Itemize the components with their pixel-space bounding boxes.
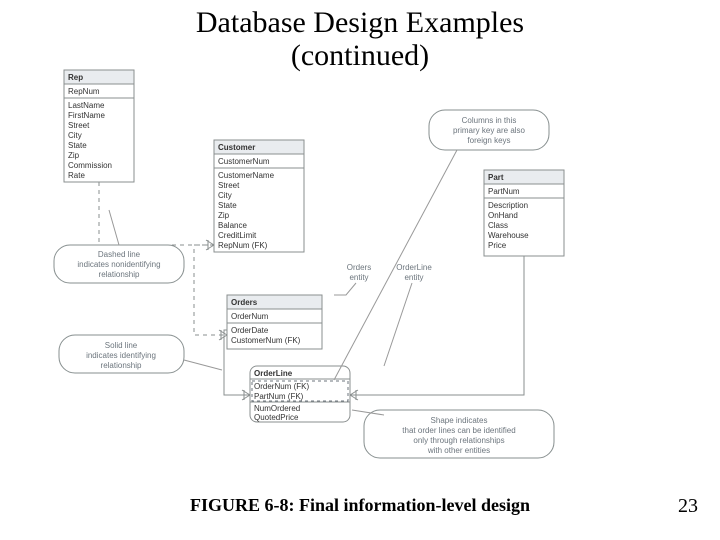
svg-text:indicates nonidentifying: indicates nonidentifying (77, 260, 160, 269)
svg-text:Customer: Customer (218, 143, 255, 152)
svg-text:Solid line: Solid line (105, 341, 138, 350)
svg-text:entity: entity (404, 273, 423, 282)
svg-text:relationship: relationship (101, 361, 142, 370)
svg-text:entity: entity (349, 273, 368, 282)
svg-text:Dashed line: Dashed line (98, 250, 141, 259)
diagram-canvas: Rep RepNum LastName FirstName Street Cit… (64, 70, 624, 470)
svg-text:Columns in this: Columns in this (462, 116, 517, 125)
figure-caption: FIGURE 6-8: Final information-level desi… (0, 495, 720, 516)
er-diagram: Rep RepNum LastName FirstName Street Cit… (64, 70, 624, 470)
title-line1: Database Design Examples (196, 6, 524, 39)
callout-shape: Shape indicates that order lines can be … (352, 410, 554, 458)
svg-text:Commission: Commission (68, 161, 112, 170)
rel-part-orderline (350, 256, 524, 395)
rep-name: Rep (68, 73, 83, 82)
svg-text:FirstName: FirstName (68, 111, 105, 120)
svg-text:LastName: LastName (68, 101, 105, 110)
entity-orderline: OrderLine OrderNum (FK) PartNum (FK) Num… (250, 366, 350, 422)
svg-text:OrderLine: OrderLine (254, 369, 293, 378)
svg-text:indicates identifying: indicates identifying (86, 351, 156, 360)
svg-text:Street: Street (218, 181, 240, 190)
rel-customer-orders (194, 280, 227, 335)
slide-title: Database Design Examples (continued) (0, 6, 720, 72)
callout-dashed: Dashed line indicates nonidentifying rel… (54, 210, 184, 283)
svg-text:OrderNum: OrderNum (231, 312, 269, 321)
page-number: 23 (678, 495, 698, 518)
svg-text:OrderDate: OrderDate (231, 326, 269, 335)
svg-text:Zip: Zip (68, 151, 80, 160)
svg-text:Rate: Rate (68, 171, 85, 180)
svg-text:Zip: Zip (218, 211, 230, 220)
entity-orders: Orders OrderNum OrderDate CustomerNum (F… (227, 295, 322, 349)
entity-rep: Rep RepNum LastName FirstName Street Cit… (64, 70, 134, 182)
svg-text:relationship: relationship (99, 270, 140, 279)
svg-text:QuotedPrice: QuotedPrice (254, 413, 299, 422)
entity-part: Part PartNum Description OnHand Class Wa… (484, 170, 564, 256)
svg-text:Orders: Orders (231, 298, 258, 307)
svg-text:PartNum (FK): PartNum (FK) (254, 392, 304, 401)
svg-text:with other entities: with other entities (427, 446, 490, 455)
svg-text:Warehouse: Warehouse (488, 231, 529, 240)
svg-text:RepNum (FK): RepNum (FK) (218, 241, 268, 250)
svg-text:Balance: Balance (218, 221, 247, 230)
svg-text:City: City (218, 191, 232, 200)
svg-text:primary key are also: primary key are also (453, 126, 526, 135)
svg-text:that order lines can be identi: that order lines can be identified (402, 426, 515, 435)
svg-text:State: State (218, 201, 237, 210)
svg-text:CustomerNum (FK): CustomerNum (FK) (231, 336, 301, 345)
svg-text:CustomerName: CustomerName (218, 171, 275, 180)
svg-text:Class: Class (488, 221, 508, 230)
svg-text:CustomerNum: CustomerNum (218, 157, 270, 166)
svg-text:Shape indicates: Shape indicates (431, 416, 488, 425)
svg-text:foreign keys: foreign keys (467, 136, 510, 145)
callout-solid: Solid line indicates identifying relatio… (59, 335, 222, 373)
svg-text:OrderLine: OrderLine (396, 263, 432, 272)
svg-text:Orders: Orders (347, 263, 371, 272)
svg-text:Street: Street (68, 121, 90, 130)
svg-text:PartNum: PartNum (488, 187, 520, 196)
svg-text:OnHand: OnHand (488, 211, 518, 220)
rel-orders-orderline (224, 350, 250, 395)
svg-text:CreditLimit: CreditLimit (218, 231, 257, 240)
svg-text:Price: Price (488, 241, 507, 250)
title-line2: (continued) (291, 39, 429, 72)
svg-text:Part: Part (488, 173, 504, 182)
svg-text:NumOrdered: NumOrdered (254, 404, 300, 413)
svg-text:State: State (68, 141, 87, 150)
entity-customer: Customer CustomerNum CustomerName Street… (214, 140, 304, 252)
svg-text:only through relationships: only through relationships (413, 436, 504, 445)
svg-text:OrderNum (FK): OrderNum (FK) (254, 382, 309, 391)
rep-pk: RepNum (68, 87, 100, 96)
svg-text:City: City (68, 131, 82, 140)
svg-text:Description: Description (488, 201, 528, 210)
